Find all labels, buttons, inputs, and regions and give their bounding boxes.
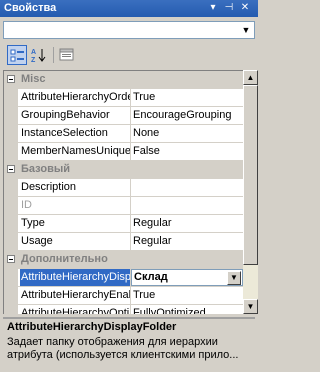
property-value[interactable]: [131, 179, 243, 196]
property-value[interactable]: Regular: [131, 215, 243, 232]
property-value-dropdown[interactable]: Склад ▼: [131, 269, 243, 286]
property-row[interactable]: ID: [4, 197, 243, 215]
svg-text:A: A: [31, 49, 36, 56]
property-row[interactable]: Type Regular: [4, 215, 243, 233]
property-row[interactable]: MemberNamesUnique False: [4, 143, 243, 161]
collapse-icon[interactable]: [7, 75, 15, 83]
property-name: Type: [20, 215, 131, 232]
categorized-icon: [10, 49, 24, 62]
property-grid: Misc AttributeHierarchyOrdered True Grou…: [3, 70, 243, 314]
svg-text:Z: Z: [31, 57, 36, 63]
chevron-down-icon[interactable]: ▼: [227, 271, 241, 285]
title-bar[interactable]: Свойства ▾ ⊣ ✕: [0, 0, 258, 17]
property-value[interactable]: Regular: [131, 233, 243, 250]
close-button[interactable]: ✕: [238, 1, 252, 15]
scroll-thumb[interactable]: [243, 85, 258, 265]
category-misc[interactable]: Misc: [4, 71, 243, 89]
property-name: GroupingBehavior: [20, 107, 131, 124]
property-name: AttributeHierarchyOrdered: [20, 89, 131, 106]
object-selector-dropdown[interactable]: ▼: [3, 21, 255, 39]
pin-button[interactable]: ⊣: [222, 1, 236, 15]
property-name: ID: [20, 197, 131, 214]
property-value[interactable]: None: [131, 125, 243, 142]
description-pane: AttributeHierarchyDisplayFolder Задает п…: [3, 317, 255, 369]
property-row-selected[interactable]: AttributeHierarchyDisplayFolder Склад ▼: [4, 269, 243, 287]
properties-window: Свойства ▾ ⊣ ✕ ▼ A Z Misc AttributeHiera…: [0, 0, 258, 372]
alphabetical-button[interactable]: A Z: [29, 45, 49, 65]
property-value[interactable]: True: [131, 287, 243, 304]
category-label: Базовый: [21, 163, 70, 175]
property-name: InstanceSelection: [20, 125, 131, 142]
category-basic[interactable]: Базовый: [4, 161, 243, 179]
property-name: AttributeHierarchyEnabled: [20, 287, 131, 304]
property-name: MemberNamesUnique: [20, 143, 131, 160]
property-row[interactable]: InstanceSelection None: [4, 125, 243, 143]
property-name: Description: [20, 179, 131, 196]
categorized-button[interactable]: [7, 45, 27, 65]
property-row[interactable]: AttributeHierarchyEnabled True: [4, 287, 243, 305]
property-value: [131, 197, 243, 214]
property-value[interactable]: EncourageGrouping: [131, 107, 243, 124]
property-value[interactable]: True: [131, 89, 243, 106]
window-title: Свойства: [4, 2, 57, 14]
sort-az-icon: A Z: [31, 49, 46, 63]
property-pages-icon: [59, 48, 74, 61]
property-name: AttributeHierarchyDisplayFolder: [20, 269, 131, 286]
property-name: Usage: [20, 233, 131, 250]
description-title: AttributeHierarchyDisplayFolder: [7, 321, 177, 333]
property-row[interactable]: GroupingBehavior EncourageGrouping: [4, 107, 243, 125]
description-text: Задает папку отображения для иерархии ат…: [7, 336, 239, 361]
category-advanced[interactable]: Дополнительно: [4, 251, 243, 269]
collapse-icon[interactable]: [7, 255, 15, 263]
property-row[interactable]: Description: [4, 179, 243, 197]
vertical-scrollbar[interactable]: ▲ ▼: [243, 70, 258, 314]
property-value: Склад: [134, 271, 168, 283]
toolbar-separator: [53, 47, 54, 63]
property-row[interactable]: Usage Regular: [4, 233, 243, 251]
property-value[interactable]: FullyOptimized: [131, 305, 243, 314]
property-row[interactable]: AttributeHierarchyOptimizedState FullyOp…: [4, 305, 243, 314]
scroll-down-icon[interactable]: ▼: [243, 299, 258, 314]
property-name: AttributeHierarchyOptimizedState: [20, 305, 131, 314]
scroll-up-icon[interactable]: ▲: [243, 70, 258, 85]
property-row[interactable]: AttributeHierarchyOrdered True: [4, 89, 243, 107]
category-label: Дополнительно: [21, 253, 108, 265]
property-value[interactable]: False: [131, 143, 243, 160]
toolbar: A Z: [0, 43, 258, 67]
property-pages-button[interactable]: [57, 45, 77, 65]
category-label: Misc: [21, 73, 46, 85]
window-menu-button[interactable]: ▾: [206, 1, 220, 15]
collapse-icon[interactable]: [7, 165, 15, 173]
chevron-down-icon[interactable]: ▼: [238, 22, 254, 38]
